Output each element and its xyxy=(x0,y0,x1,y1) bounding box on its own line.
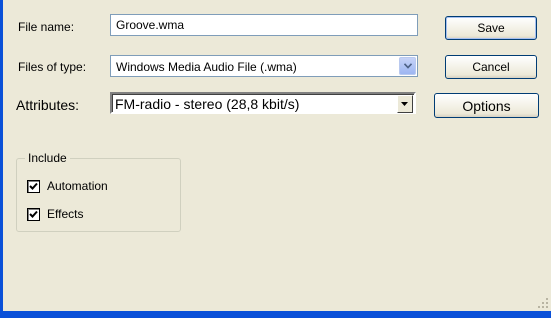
file-name-input[interactable] xyxy=(111,15,417,35)
cancel-button[interactable]: Cancel xyxy=(445,55,537,79)
file-name-field[interactable] xyxy=(110,14,418,36)
files-of-type-value: Windows Media Audio File (.wma) xyxy=(116,60,297,74)
checkmark-icon xyxy=(29,182,38,190)
options-button[interactable]: Options xyxy=(434,93,539,118)
attributes-dropdown-button[interactable] xyxy=(397,95,413,113)
file-name-label: File name: xyxy=(18,20,75,34)
checkmark-icon xyxy=(29,210,38,218)
window-frame-bottom xyxy=(0,311,551,318)
save-button[interactable]: Save xyxy=(445,16,537,40)
window-frame-left xyxy=(0,0,3,318)
files-of-type-dropdown-button[interactable] xyxy=(399,57,416,75)
resize-grip-icon[interactable] xyxy=(537,297,549,309)
automation-checkbox[interactable] xyxy=(27,180,40,193)
files-of-type-dropdown[interactable]: Windows Media Audio File (.wma) xyxy=(110,55,418,77)
attributes-value: FM-radio - stereo (28,8 kbit/s) xyxy=(115,96,300,112)
files-of-type-label: Files of type: xyxy=(18,60,87,74)
include-group-title: Include xyxy=(25,151,70,165)
include-groupbox: Include Automation Effects xyxy=(16,151,181,232)
effects-checkbox[interactable] xyxy=(27,208,40,221)
attributes-dropdown[interactable]: FM-radio - stereo (28,8 kbit/s) xyxy=(110,92,416,114)
chevron-down-icon xyxy=(404,63,412,69)
effects-label: Effects xyxy=(47,207,84,221)
chevron-down-icon xyxy=(401,102,408,106)
attributes-label: Attributes: xyxy=(16,97,80,113)
automation-label: Automation xyxy=(47,179,108,193)
